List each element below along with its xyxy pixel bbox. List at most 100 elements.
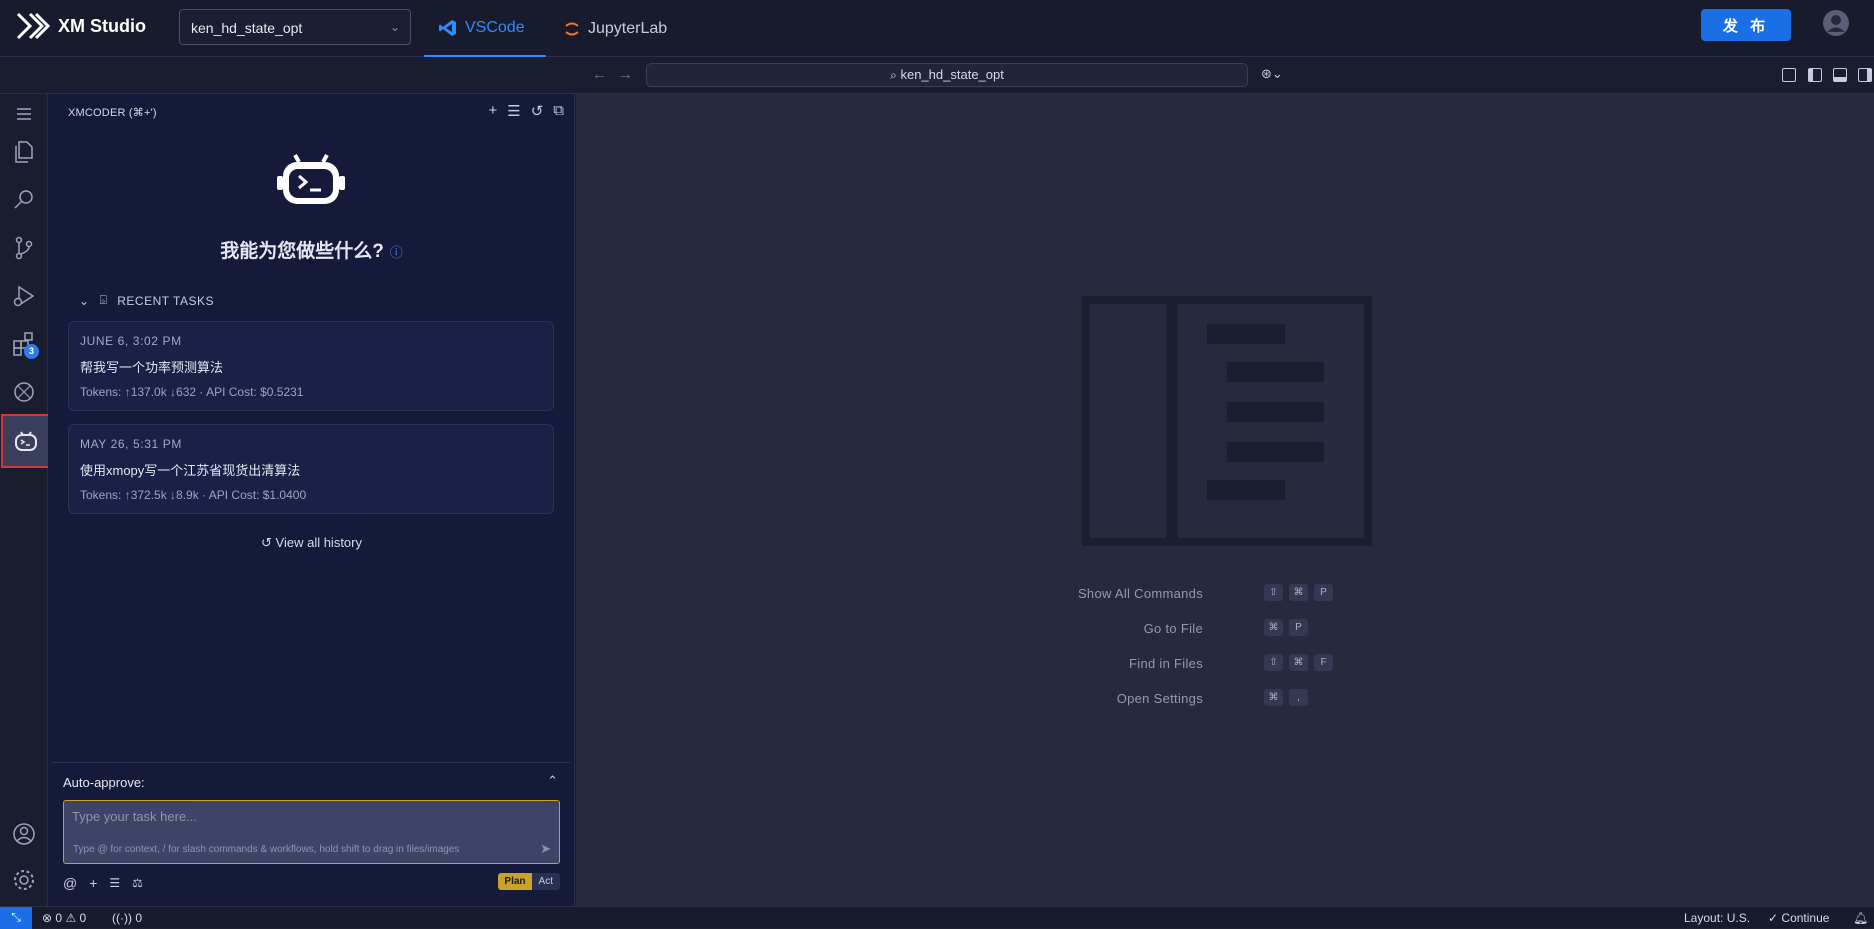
check-icon: ✓ <box>1768 911 1779 925</box>
remote-indicator-icon[interactable]: ⤡ <box>0 907 32 929</box>
publish-button[interactable]: 发 布 <box>1701 9 1791 41</box>
chevron-down-icon: ⌄ <box>79 293 90 308</box>
recent-tasks-header[interactable]: ⌄ ⌺ RECENT TASKS <box>79 293 214 308</box>
key: ⌘ <box>1264 619 1283 636</box>
ports-status[interactable]: ((·)) 0 <box>112 911 142 925</box>
new-task-icon[interactable]: + <box>488 102 497 120</box>
chevron-up-icon[interactable]: ⌃ <box>547 773 558 789</box>
bell-icon[interactable]: 🔔︎ <box>1853 911 1868 925</box>
project-select[interactable]: ken_hd_state_opt ⌄ <box>179 9 411 45</box>
task-card[interactable]: MAY 26, 5:31 PM 使用xmopy写一个江苏省现货出清算法 Toke… <box>68 424 554 514</box>
panel-title: XMCODER (⌘+') <box>68 107 157 119</box>
warning-count: 0 <box>79 911 87 925</box>
shortcut-label: Go to File <box>1143 621 1203 636</box>
command-bar: ← → ⌕ ken_hd_state_opt ⊛⌄ <box>0 57 1874 94</box>
toggle-primary-sidebar-icon[interactable] <box>1808 68 1822 82</box>
rules-icon[interactable]: ⚖ <box>132 876 143 890</box>
broadcast-icon: ((·)) <box>112 911 132 925</box>
chat-input-area: Auto-approve: ⌃ Type @ for context, / fo… <box>52 762 570 906</box>
chevron-down-icon: ⌄ <box>389 20 400 34</box>
shortcut-find-in-files[interactable]: Find in Files ⇧ ⌘ F <box>576 653 1874 673</box>
shortcut-go-to-file[interactable]: Go to File ⌘ P <box>576 618 1874 638</box>
shortcut-label: Find in Files <box>1129 656 1203 671</box>
key: ⇧ <box>1264 584 1283 601</box>
top-bar: XM Studio ken_hd_state_opt ⌄ VSCode Jupy… <box>0 0 1874 57</box>
comment-icon: ⌺ <box>99 293 108 307</box>
key: , <box>1289 689 1308 706</box>
tab-vscode-label: VSCode <box>465 18 525 36</box>
gear-icon[interactable] <box>10 866 38 894</box>
menu-icon[interactable] <box>10 100 38 128</box>
tab-jupyterlab[interactable]: JupyterLab <box>560 0 690 57</box>
shortcut-keys: ⌘ , <box>1264 689 1308 706</box>
task-input[interactable] <box>72 809 542 824</box>
auto-approve-label[interactable]: Auto-approve: <box>63 775 145 790</box>
toggle-secondary-sidebar-icon[interactable] <box>1858 68 1872 82</box>
command-center-search[interactable]: ⌕ ken_hd_state_opt <box>646 63 1248 87</box>
source-control-icon[interactable] <box>10 234 38 262</box>
history-icon[interactable]: ↺ <box>531 102 544 120</box>
ports-count: 0 <box>135 911 143 925</box>
key: ⇧ <box>1264 654 1283 671</box>
continue-status[interactable]: ✓ Continue <box>1768 911 1829 925</box>
account-icon[interactable] <box>10 820 38 848</box>
tab-jupyterlab-label: JupyterLab <box>588 19 668 37</box>
input-hint: Type @ for context, / for slash commands… <box>73 844 460 855</box>
mcp-icon[interactable]: ☰ <box>109 876 120 890</box>
customize-layout-icon[interactable] <box>1782 68 1796 82</box>
xmcoder-activity-highlight[interactable] <box>1 414 51 468</box>
key: ⌘ <box>1289 584 1308 601</box>
forward-arrow-icon[interactable]: → <box>618 66 633 83</box>
vscode-icon <box>439 19 456 36</box>
xmcoder-panel: XMCODER (⌘+') + ☰ ↺ ⧉ 我能为您做些什么? ⓘ ⌄ ⌺ REC… <box>48 94 575 906</box>
activity-bar: 3 <box>0 94 51 906</box>
mcp-servers-icon[interactable]: ☰ <box>507 102 520 120</box>
problems-status[interactable]: ⊗ 0 ⚠ 0 <box>42 911 86 925</box>
shortcut-keys: ⇧ ⌘ P <box>1264 584 1333 601</box>
plan-act-toggle[interactable]: Plan Act <box>498 873 560 890</box>
editor-empty-area: Show All Commands ⇧ ⌘ P Go to File ⌘ P F… <box>576 94 1874 906</box>
error-count: 0 <box>55 911 63 925</box>
tab-vscode[interactable]: VSCode <box>424 0 546 57</box>
shortcut-show-all-commands[interactable]: Show All Commands ⇧ ⌘ P <box>576 583 1874 603</box>
user-avatar-icon[interactable] <box>1822 9 1850 37</box>
task-title: 帮我写一个功率预测算法 <box>80 360 224 375</box>
task-date: JUNE 6, 3:02 PM <box>80 334 182 348</box>
robot-icon <box>277 154 345 204</box>
task-card[interactable]: JUNE 6, 3:02 PM 帮我写一个功率预测算法 Tokens: ↑137… <box>68 321 554 411</box>
project-select-value: ken_hd_state_opt <box>191 20 303 36</box>
task-input-box[interactable]: Type @ for context, / for slash commands… <box>63 800 560 864</box>
info-icon[interactable]: ⓘ <box>390 245 403 260</box>
shortcut-keys: ⌘ P <box>1264 619 1308 636</box>
remote-explorer-icon[interactable] <box>10 378 38 406</box>
act-mode-button[interactable]: Act <box>531 873 560 890</box>
view-all-history-link[interactable]: ↺ View all history <box>48 535 575 551</box>
search-icon: ⌕ <box>890 68 897 82</box>
run-debug-icon[interactable] <box>10 282 38 310</box>
key: F <box>1314 654 1333 671</box>
recent-tasks-label: RECENT TASKS <box>117 293 214 308</box>
error-icon: ⊗ <box>42 911 53 925</box>
input-toolbar: @ + ☰ ⚖ <box>63 875 143 891</box>
keyboard-layout-status[interactable]: Layout: U.S. <box>1684 911 1750 925</box>
add-context-icon[interactable]: + <box>89 875 97 891</box>
welcome-heading: 我能为您做些什么? ⓘ <box>48 236 575 263</box>
shortcut-open-settings[interactable]: Open Settings ⌘ , <box>576 688 1874 708</box>
app-logo[interactable]: XM Studio <box>16 12 146 40</box>
explorer-icon[interactable] <box>10 138 38 166</box>
send-icon[interactable]: ➤ <box>540 841 551 857</box>
warning-icon: ⚠ <box>65 911 77 925</box>
copilot-icon[interactable]: ⊛⌄ <box>1261 66 1283 82</box>
command-center-text: ken_hd_state_opt <box>900 67 1004 82</box>
continue-label: Continue <box>1781 911 1830 925</box>
task-date: MAY 26, 5:31 PM <box>80 437 182 451</box>
search-icon[interactable] <box>10 186 38 214</box>
toggle-panel-icon[interactable] <box>1833 68 1847 82</box>
open-in-editor-icon[interactable]: ⧉ <box>553 102 564 120</box>
back-arrow-icon[interactable]: ← <box>592 66 607 83</box>
at-mention-icon[interactable]: @ <box>63 875 77 891</box>
key: P <box>1314 584 1333 601</box>
panel-actions: + ☰ ↺ ⧉ <box>488 102 564 120</box>
jupyter-icon <box>565 22 579 35</box>
plan-mode-button[interactable]: Plan <box>498 873 532 890</box>
